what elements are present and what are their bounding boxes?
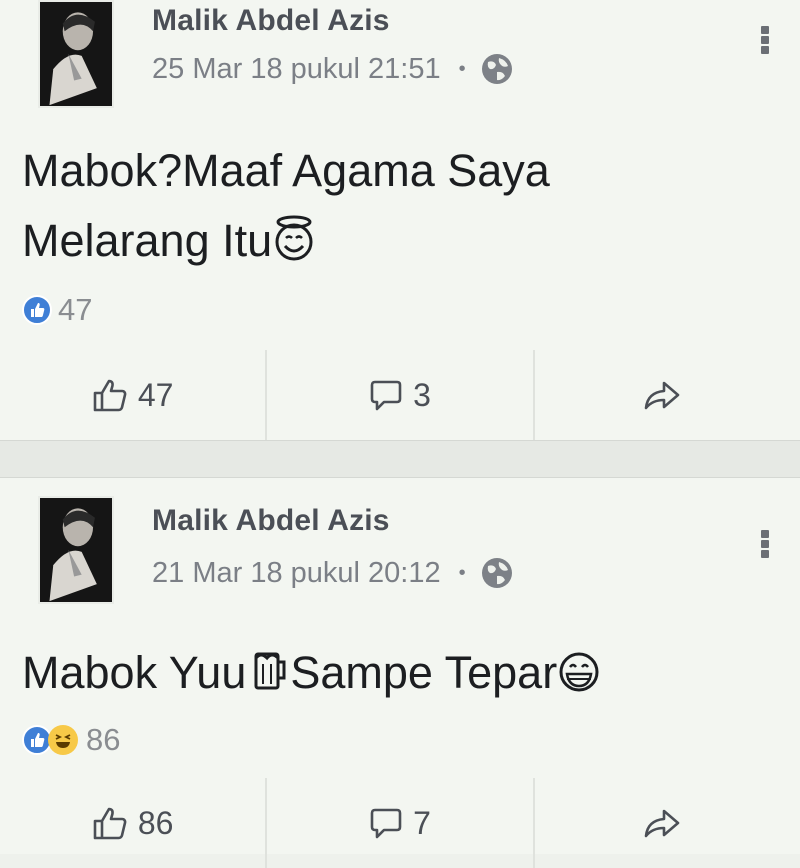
beer-mug-icon	[254, 652, 286, 690]
post-text: Mabok Yuu Sampe Tepar	[22, 638, 601, 708]
reaction-summary[interactable]: 47	[22, 292, 92, 328]
post-text: Mabok?Maaf Agama Saya Melarang Itu	[22, 136, 550, 276]
post-text-line: Mabok?Maaf Agama Saya	[22, 145, 550, 196]
halo-smile-icon	[275, 215, 313, 261]
meta-separator: •	[458, 561, 466, 584]
comment-button[interactable]: 7	[265, 778, 532, 868]
avatar-photo	[40, 2, 112, 106]
comment-count: 3	[413, 376, 431, 413]
comment-icon	[370, 380, 402, 411]
post-text-line-2: Melarang Itu	[22, 206, 550, 276]
post-meta: 25 Mar 18 pukul 21:51 •	[152, 52, 514, 86]
post-actions-bar: 86 7	[0, 778, 800, 868]
more-options-icon[interactable]	[758, 24, 772, 60]
like-reaction-icon	[22, 295, 52, 325]
share-arrow-icon	[645, 381, 680, 410]
post-text-fragment: Mabok Yuu	[22, 647, 247, 698]
post-actions-bar: 47 3	[0, 350, 800, 440]
author-avatar[interactable]	[38, 496, 114, 604]
author-name[interactable]: Malik Abdel Azis	[152, 504, 390, 538]
meta-separator: •	[458, 57, 466, 80]
reaction-summary[interactable]: 86	[22, 722, 120, 758]
globe-icon	[481, 54, 512, 84]
reaction-count: 86	[86, 722, 121, 757]
grinning-face-icon	[559, 652, 599, 692]
share-button[interactable]	[532, 778, 800, 868]
globe-icon	[481, 558, 512, 588]
comment-icon	[370, 808, 402, 839]
like-count: 86	[137, 804, 174, 841]
like-button[interactable]: 47	[0, 350, 265, 440]
share-arrow-icon	[645, 809, 680, 838]
author-avatar[interactable]	[38, 0, 114, 108]
like-count: 47	[137, 376, 174, 413]
like-button[interactable]: 86	[0, 778, 265, 868]
post-separator	[0, 440, 800, 478]
comment-button[interactable]: 3	[265, 350, 532, 440]
more-options-icon[interactable]	[758, 528, 772, 564]
thumbs-up-icon	[93, 807, 127, 840]
post-timestamp[interactable]: 25 Mar 18 pukul 21:51	[152, 53, 441, 86]
reaction-count: 47	[58, 292, 93, 327]
post-meta: 21 Mar 18 pukul 20:12 •	[152, 556, 514, 590]
haha-reaction-icon	[48, 725, 78, 755]
post-text-fragment-2: Sampe Tepar	[290, 647, 558, 698]
avatar-photo	[40, 498, 112, 602]
post-text-fragment: Melarang Itu	[22, 215, 273, 266]
post-timestamp[interactable]: 21 Mar 18 pukul 20:12	[152, 557, 441, 590]
thumbs-up-icon	[93, 379, 127, 412]
share-button[interactable]	[532, 350, 800, 440]
author-name[interactable]: Malik Abdel Azis	[152, 4, 390, 38]
comment-count: 7	[413, 804, 431, 841]
